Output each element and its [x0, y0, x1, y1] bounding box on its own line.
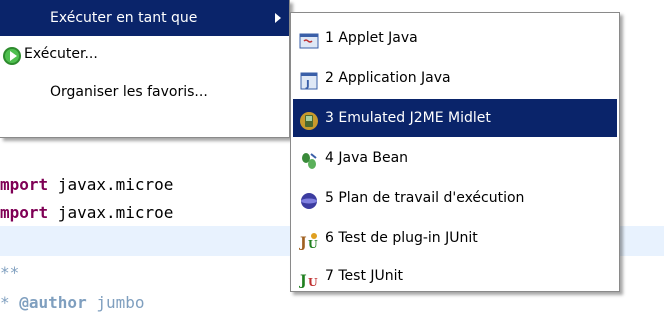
import-path: javax.microe — [48, 175, 174, 194]
code-line-author: * @author jumbo — [0, 292, 145, 314]
submenu-item-j2me-midlet[interactable]: 3 Emulated J2ME Midlet — [293, 99, 617, 137]
submenu-item-label: 3 Emulated J2ME Midlet — [325, 110, 491, 126]
java-bean-icon — [299, 148, 319, 169]
code-line-import-2: mport javax.microe — [0, 202, 173, 224]
context-menu: Exécuter en tant que Exécuter... Organis… — [0, 0, 290, 138]
submenu-item-label: 5 Plan de travail d'exécution — [325, 190, 525, 206]
comment-prefix: * — [0, 293, 20, 312]
submenu-item-runtime-workbench[interactable]: 5 Plan de travail d'exécution — [293, 179, 617, 217]
submenu-item-label: 4 Java Bean — [325, 150, 409, 166]
submenu-item-java-bean[interactable]: 4 Java Bean — [293, 139, 617, 177]
junit-icon: JU — [298, 266, 319, 289]
menu-item-run-as[interactable]: Exécuter en tant que — [0, 0, 289, 36]
submenu-item-label: 7 Test JUnit — [325, 268, 404, 284]
menu-item-label: Organiser les favoris... — [50, 84, 208, 100]
svg-text:J: J — [305, 79, 310, 90]
submenu-item-java-applet[interactable]: 1 Applet Java — [293, 19, 617, 57]
menu-item-run[interactable]: Exécuter... — [0, 36, 289, 72]
code-line-comment-start: ** — [0, 262, 19, 284]
import-path: javax.microe — [48, 203, 174, 222]
menu-item-label: Exécuter... — [24, 46, 98, 62]
submenu-item-junit-plugin-test[interactable]: JU 6 Test de plug-in JUnit — [293, 219, 617, 257]
javadoc-author-tag: @author — [19, 293, 87, 312]
code-line-import-1: mport javax.microe — [0, 174, 173, 196]
submenu-arrow-icon — [275, 13, 281, 23]
comment-text: jumbo — [86, 293, 145, 312]
java-application-icon: J — [299, 68, 319, 90]
run-icon — [2, 44, 22, 65]
keyword-import: mport — [0, 175, 49, 194]
submenu-item-java-application[interactable]: J 2 Application Java — [293, 59, 617, 97]
workbench-icon — [299, 188, 319, 209]
menu-item-label: Exécuter en tant que — [50, 10, 198, 26]
svg-text:U: U — [308, 276, 318, 289]
submenu-item-label: 1 Applet Java — [325, 30, 418, 46]
j2me-midlet-icon — [299, 108, 319, 130]
keyword-import: mport — [0, 203, 49, 222]
svg-text:J: J — [299, 235, 307, 251]
menu-item-organize-favorites[interactable]: Organiser les favoris... — [0, 74, 289, 110]
svg-text:U: U — [308, 238, 318, 251]
submenu-item-label: 6 Test de plug-in JUnit — [325, 230, 478, 246]
svg-text:J: J — [299, 273, 307, 289]
submenu-item-label: 2 Application Java — [325, 70, 451, 86]
java-applet-icon — [299, 28, 319, 49]
submenu-item-junit-test[interactable]: JU 7 Test JUnit — [293, 257, 617, 295]
run-as-submenu: 1 Applet Java J 2 Application Java 3 Emu… — [290, 12, 620, 292]
junit-plugin-icon: JU — [298, 228, 319, 251]
comment-text: ** — [0, 263, 20, 282]
